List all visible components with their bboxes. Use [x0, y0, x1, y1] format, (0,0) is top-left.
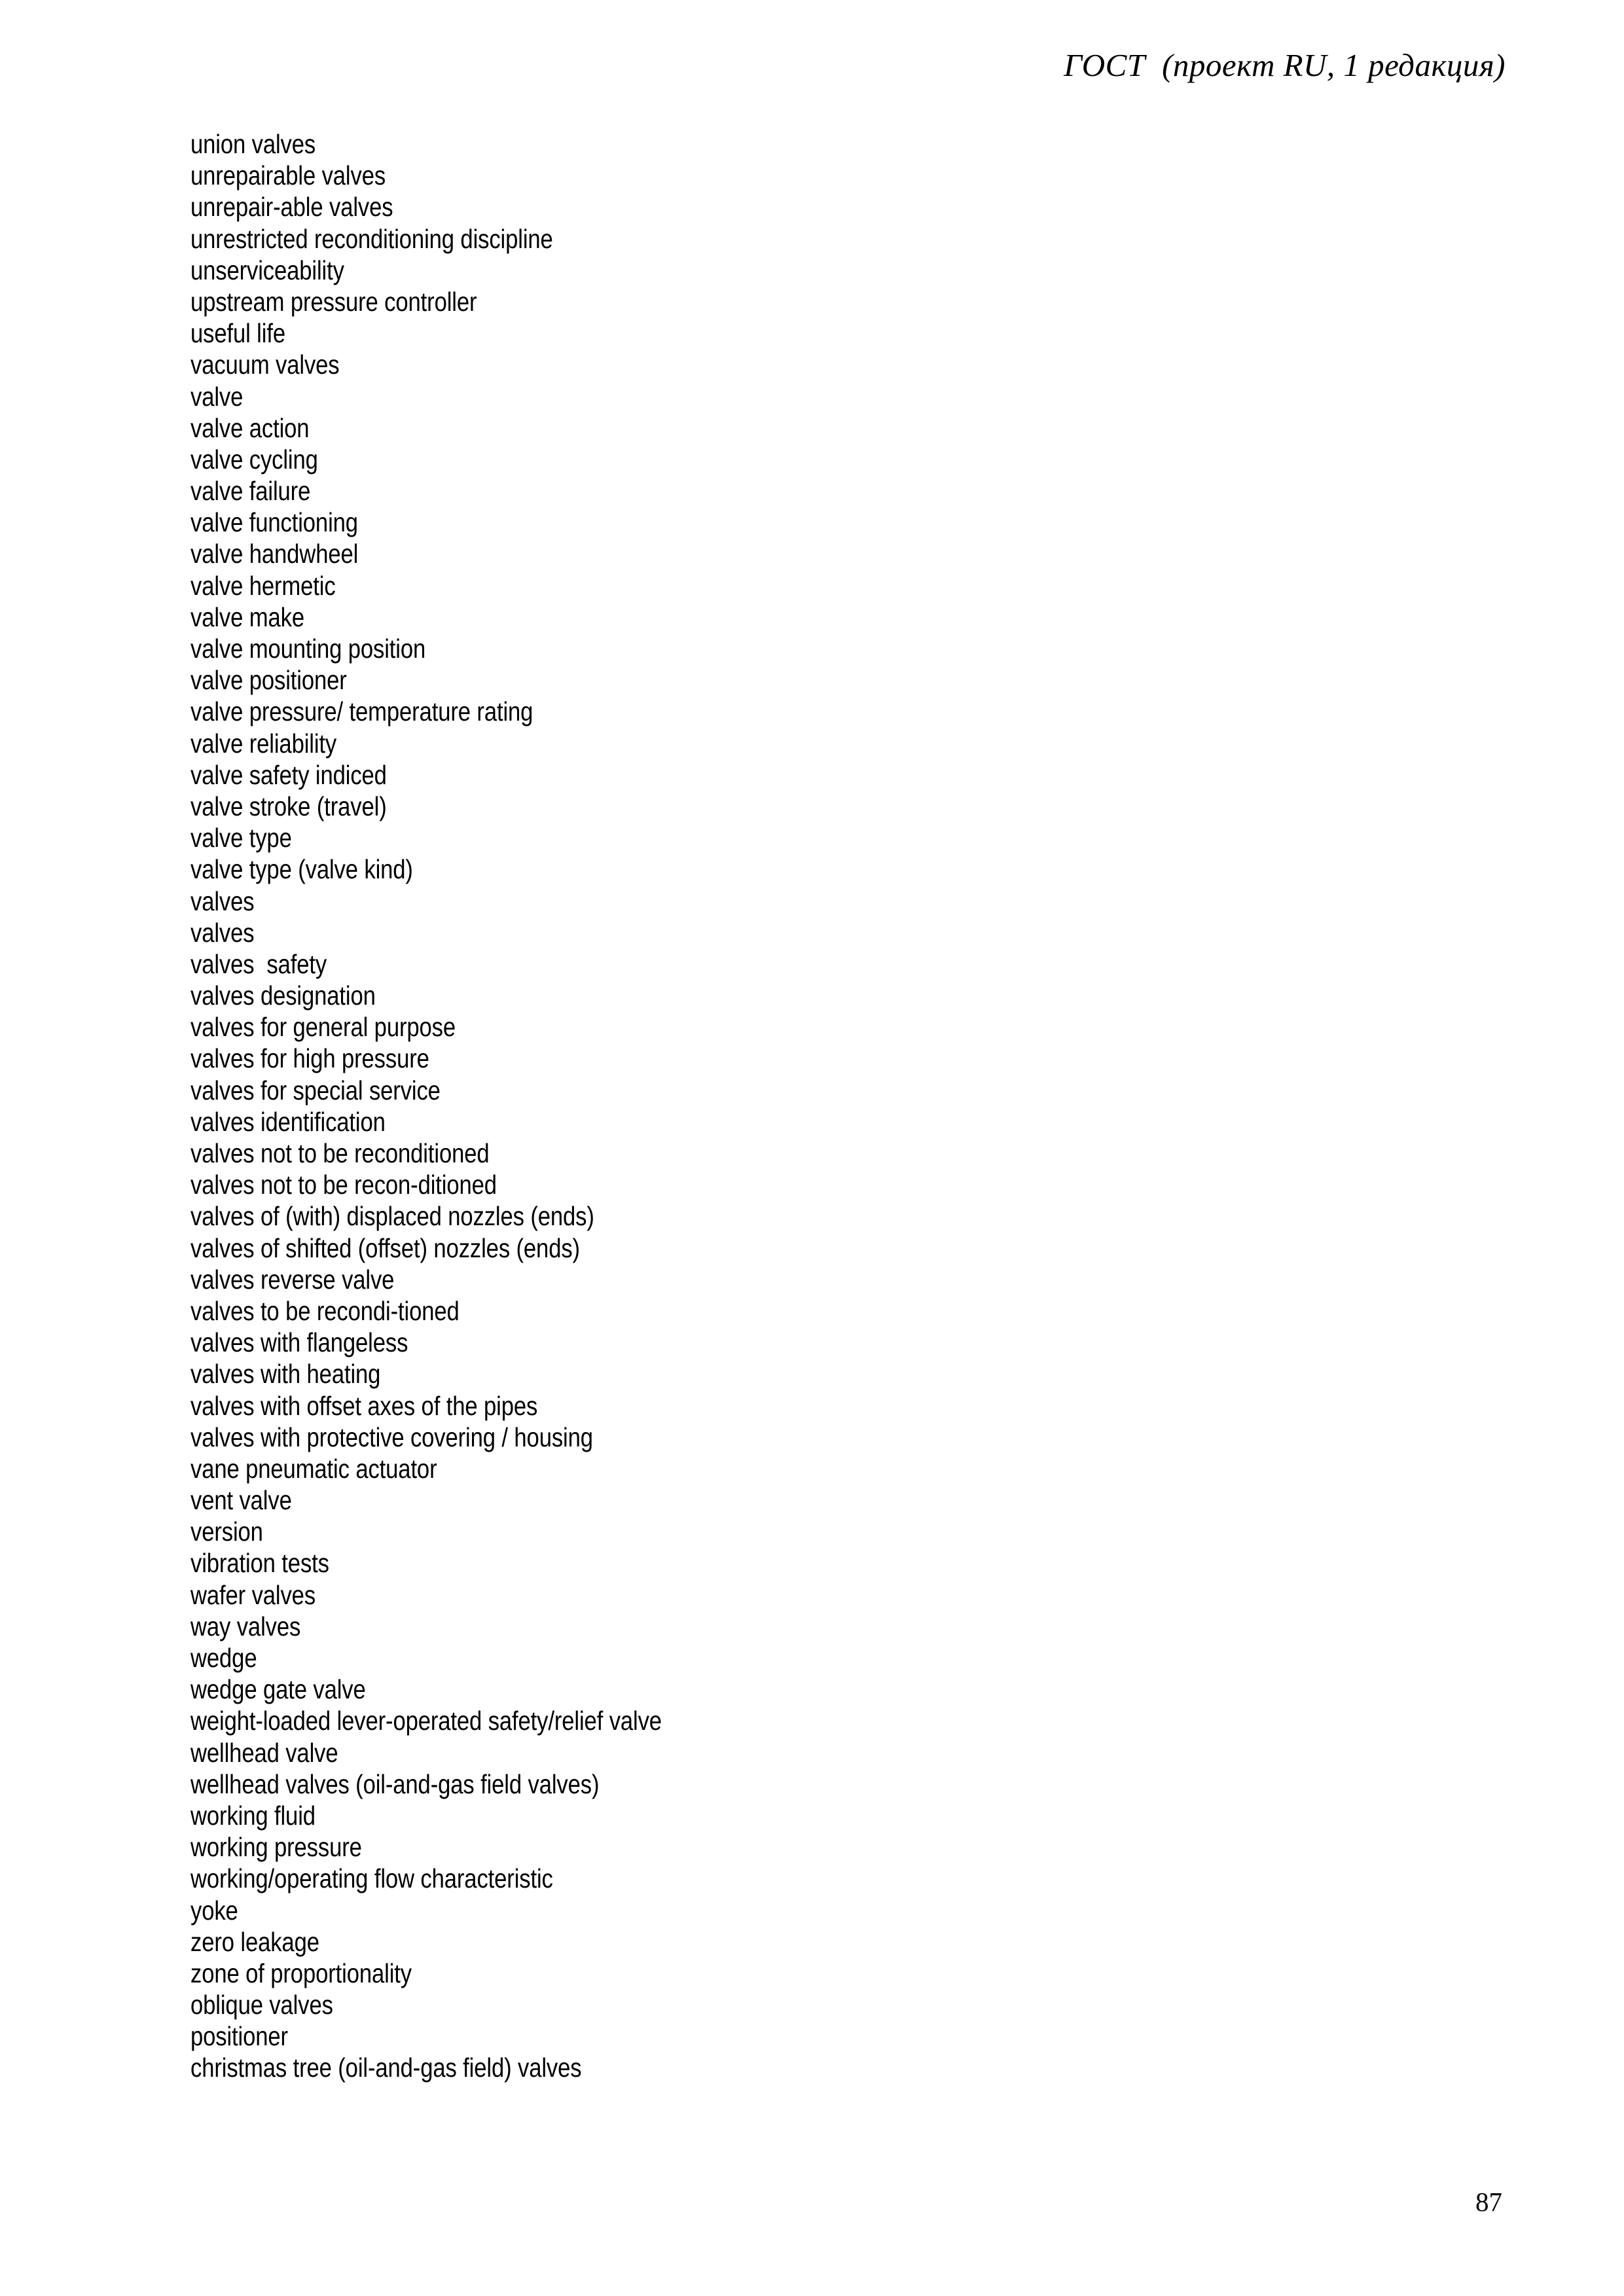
glossary-term: vibration tests — [190, 1548, 329, 1579]
glossary-term: valves designation — [190, 980, 376, 1011]
glossary-term: valve — [190, 381, 244, 412]
glossary-term: valve action — [190, 412, 310, 443]
glossary-term: valve stroke (travel) — [190, 791, 387, 821]
glossary-term: unrestricted reconditioning discipline — [190, 223, 553, 254]
glossary-term: working pressure — [190, 1832, 362, 1863]
glossary-term: way valves — [190, 1611, 301, 1641]
glossary-term: positioner — [190, 2021, 288, 2052]
glossary-term: valves with offset axes of the pipes — [190, 1390, 538, 1421]
glossary-term: useful life — [190, 318, 285, 349]
glossary-term: valve hermetic — [190, 570, 336, 601]
glossary-term: valve type — [190, 823, 292, 853]
glossary-term: working/operating flow characteristic — [190, 1863, 553, 1894]
glossary-term: valves — [190, 886, 255, 916]
glossary-term: zone of proportionality — [190, 1958, 412, 1988]
glossary-term: valve failure — [190, 476, 311, 507]
glossary-term: valve pressure/ temperature rating — [190, 696, 533, 727]
glossary-term: wedge — [190, 1643, 257, 1673]
glossary-term: valves for special service — [190, 1075, 441, 1105]
glossary-term: version — [190, 1516, 263, 1547]
glossary-term: wafer valves — [190, 1579, 316, 1610]
glossary-term: vane pneumatic actuator — [190, 1453, 437, 1484]
glossary-term: valve make — [190, 601, 304, 632]
glossary-term: valves to be recondi-tioned — [190, 1295, 460, 1326]
page-number: 87 — [1475, 2187, 1502, 2217]
glossary-term: valves not to be reconditioned — [190, 1138, 490, 1168]
glossary-term: valve mounting position — [190, 634, 426, 664]
glossary-term: valves with flangeless — [190, 1327, 408, 1358]
glossary-term-list: union valves unrepairable valves unrepair-… — [190, 128, 1434, 2084]
glossary-term: valves — [190, 917, 255, 948]
glossary-term: christmas tree (oil-and-gas field) valve… — [190, 2053, 582, 2083]
document-page: ГОСТ (проект RU, 1 редакция) union valve… — [0, 0, 1624, 2296]
glossary-term: valve functioning — [190, 507, 358, 538]
glossary-term: valves for high pressure — [190, 1043, 429, 1074]
glossary-term: valves of shifted (offset) nozzles (ends… — [190, 1232, 580, 1263]
glossary-term: weight-loaded lever-operated safety/reli… — [190, 1706, 662, 1736]
glossary-term: upstream pressure controller — [190, 286, 477, 317]
glossary-term: valves not to be recon-ditioned — [190, 1170, 497, 1200]
glossary-term: valve reliability — [190, 728, 337, 759]
glossary-term: vent valve — [190, 1485, 292, 1516]
glossary-term: valves of (with) displaced nozzles (ends… — [190, 1201, 594, 1232]
glossary-term: valve cycling — [190, 444, 318, 475]
glossary-term: valves reverse valve — [190, 1264, 395, 1295]
glossary-term: oblique valves — [190, 1990, 333, 2020]
glossary-term: wellhead valves (oil-and-gas field valve… — [190, 1768, 600, 1799]
glossary-term: unrepair-able valves — [190, 192, 393, 223]
glossary-term: unserviceability — [190, 255, 344, 285]
glossary-term: valves with heating — [190, 1359, 381, 1390]
glossary-term: valve type (valve kind) — [190, 854, 413, 885]
running-header: ГОСТ (проект RU, 1 редакция) — [1064, 47, 1506, 83]
glossary-term: valve handwheel — [190, 539, 359, 569]
glossary-term: valves for general purpose — [190, 1012, 456, 1043]
glossary-term: unrepairable valves — [190, 160, 386, 191]
glossary-term: union valves — [190, 129, 316, 159]
glossary-term: wellhead valve — [190, 1737, 338, 1768]
glossary-term: zero leakage — [190, 1926, 319, 1957]
glossary-term: wedge gate valve — [190, 1674, 366, 1705]
glossary-term: valves identification — [190, 1106, 386, 1137]
glossary-term: vacuum valves — [190, 350, 340, 380]
glossary-term: valve positioner — [190, 665, 347, 696]
glossary-term: working fluid — [190, 1800, 316, 1831]
glossary-term: valves with protective covering / housin… — [190, 1422, 593, 1452]
glossary-term: yoke — [190, 1895, 238, 1926]
glossary-term: valve safety indiced — [190, 759, 387, 790]
glossary-term: valves safety — [190, 948, 327, 979]
